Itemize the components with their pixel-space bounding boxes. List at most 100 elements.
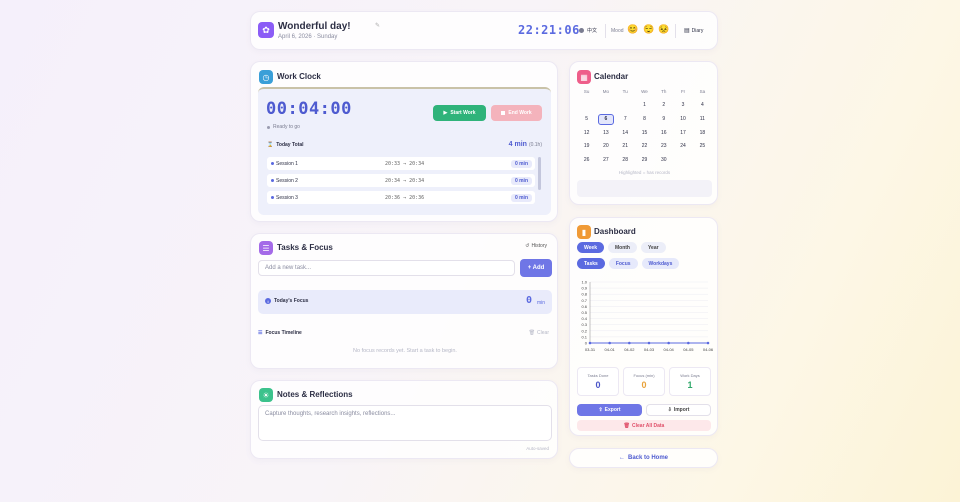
session-row: Session 1 20:33 → 20:34 0 min [267,157,535,170]
x-tick-label: 04-06 [703,347,713,352]
calendar-day[interactable]: 5 [579,114,595,125]
calendar-day[interactable]: 15 [636,128,652,139]
calendar-day[interactable]: 16 [656,128,672,139]
clock-icon: ◷ [259,70,273,84]
status-text: Ready to go [273,124,300,130]
trash-icon: 🗑 [623,422,631,429]
focus-unit: min [537,300,546,306]
calendar-day[interactable]: 10 [675,114,691,125]
x-tick-label: 04-01 [605,347,616,352]
add-task-button[interactable]: + Add [520,259,552,277]
calendar-day[interactable]: 29 [636,155,652,166]
session-range: 20:36 → 20:36 [385,195,425,201]
hourglass-icon: ⌛ [267,142,274,148]
history-button[interactable]: ↺ History [525,243,547,249]
x-tick-label: 04-04 [664,347,675,352]
calendar-day[interactable]: 12 [579,128,595,139]
start-work-button[interactable]: ▶ Start Work [433,105,486,121]
calendar-day[interactable]: 4 [694,100,710,111]
calendar-day[interactable]: 27 [598,155,614,166]
mood-calm-button[interactable]: 😌 [643,24,654,35]
history-label: History [531,243,547,249]
stat-value: 0 [641,380,647,390]
calendar-day[interactable]: 2 [656,100,672,111]
upload-icon: ⇧ [598,407,603,413]
calendar-day-selected[interactable]: 6 [597,113,615,125]
calendar-day[interactable]: 28 [617,155,633,166]
session-dot-icon [271,179,274,182]
export-button[interactable]: ⇧ Export [577,404,642,416]
mood-tired-button[interactable]: 😣 [658,24,669,35]
x-tick-label: 04-05 [683,347,694,352]
y-tick-label: 0.3 [581,322,587,327]
calendar-day[interactable]: 21 [617,141,633,152]
diary-button[interactable]: ▤ Diary [684,27,703,35]
calendar-day[interactable]: 19 [579,141,595,152]
stop-icon [501,111,506,115]
tab-month[interactable]: Month [607,242,637,253]
end-work-button[interactable]: End Work [491,105,542,121]
calendar-day[interactable]: 14 [617,128,633,139]
calendar-day[interactable]: 30 [656,155,672,166]
today-total-value-group: 4 min (0.1h) [509,141,542,148]
sessions-scrollbar[interactable] [538,157,541,190]
calendar-day[interactable]: 7 [617,114,633,125]
y-tick-label: 0.2 [581,328,587,333]
calendar-day[interactable]: 26 [579,155,595,166]
calendar-day[interactable]: 8 [636,114,652,125]
back-to-home-label: Back to Home [627,455,668,461]
edit-icon[interactable]: ✎ [375,22,380,29]
calendar-day[interactable]: 20 [598,141,614,152]
clear-all-data-button[interactable]: 🗑 Clear All Data [577,420,711,431]
mood-happy-button[interactable]: 😊 [627,24,638,35]
calendar-day[interactable]: 23 [656,141,672,152]
clear-label: Clear [537,330,549,336]
tab-workdays[interactable]: Workdays [641,258,680,269]
history-icon: ↺ [525,243,530,249]
calendar-day[interactable]: 11 [694,114,710,125]
calendar-day[interactable]: 1 [636,100,652,111]
range-tabs: Week Month Year [577,242,666,253]
y-tick-label: 0.8 [581,292,587,297]
calendar-day[interactable]: 13 [598,128,614,139]
calendar-day[interactable]: 9 [656,114,672,125]
trash-icon: 🗑 [528,330,536,336]
calendar-day[interactable]: 17 [675,128,691,139]
new-task-input[interactable]: Add a new task... [258,260,515,276]
calendar-day[interactable]: 3 [675,100,691,111]
clock-display: 22:21:06 [518,23,580,37]
dashboard-card: ▮ Dashboard Week Month Year Tasks Focus … [569,217,718,436]
todays-focus-panel: i Today's Focus 0 min [258,290,552,314]
divider [675,24,676,38]
tab-week[interactable]: Week [577,242,604,253]
session-name: Session 3 [276,195,298,201]
y-tick-label: 0.4 [581,316,587,321]
import-button[interactable]: ⇩ Import [646,404,711,416]
session-row: Session 3 20:36 → 20:36 0 min [267,191,535,204]
tab-focus[interactable]: Focus [608,258,638,269]
tab-tasks[interactable]: Tasks [577,258,605,269]
book-icon: ▤ [684,28,690,34]
notes-textarea[interactable]: Capture thoughts, research insights, ref… [258,405,552,441]
calendar-day[interactable]: 25 [694,141,710,152]
tasks-title: Tasks & Focus [277,243,333,252]
weekday-header: We [641,89,648,94]
y-tick-label: 0.9 [581,286,587,291]
clear-timeline-button[interactable]: 🗑 Clear [529,330,549,336]
status-line: Ready to go [267,124,300,130]
today-total-label: Today Total [276,142,304,148]
calendar-day[interactable]: 18 [694,128,710,139]
tab-year[interactable]: Year [640,242,666,253]
calendar-day[interactable]: 24 [675,141,691,152]
data-point [667,341,670,345]
back-to-home-button[interactable]: ← Back to Home [569,448,718,468]
sessions-list[interactable]: Session 1 20:33 → 20:34 0 min Session 2 … [267,157,542,209]
calendar-day[interactable]: 22 [636,141,652,152]
start-work-label: Start Work [450,110,476,116]
import-label: Import [673,407,690,413]
tasks-card: ☰ Tasks & Focus ↺ History Add a new task… [250,233,558,369]
language-toggle[interactable]: 中文 [579,27,597,34]
work-clock-title: Work Clock [277,72,321,81]
todays-focus-label-group: i Today's Focus [265,298,308,304]
y-tick-label: 0.5 [581,310,587,315]
